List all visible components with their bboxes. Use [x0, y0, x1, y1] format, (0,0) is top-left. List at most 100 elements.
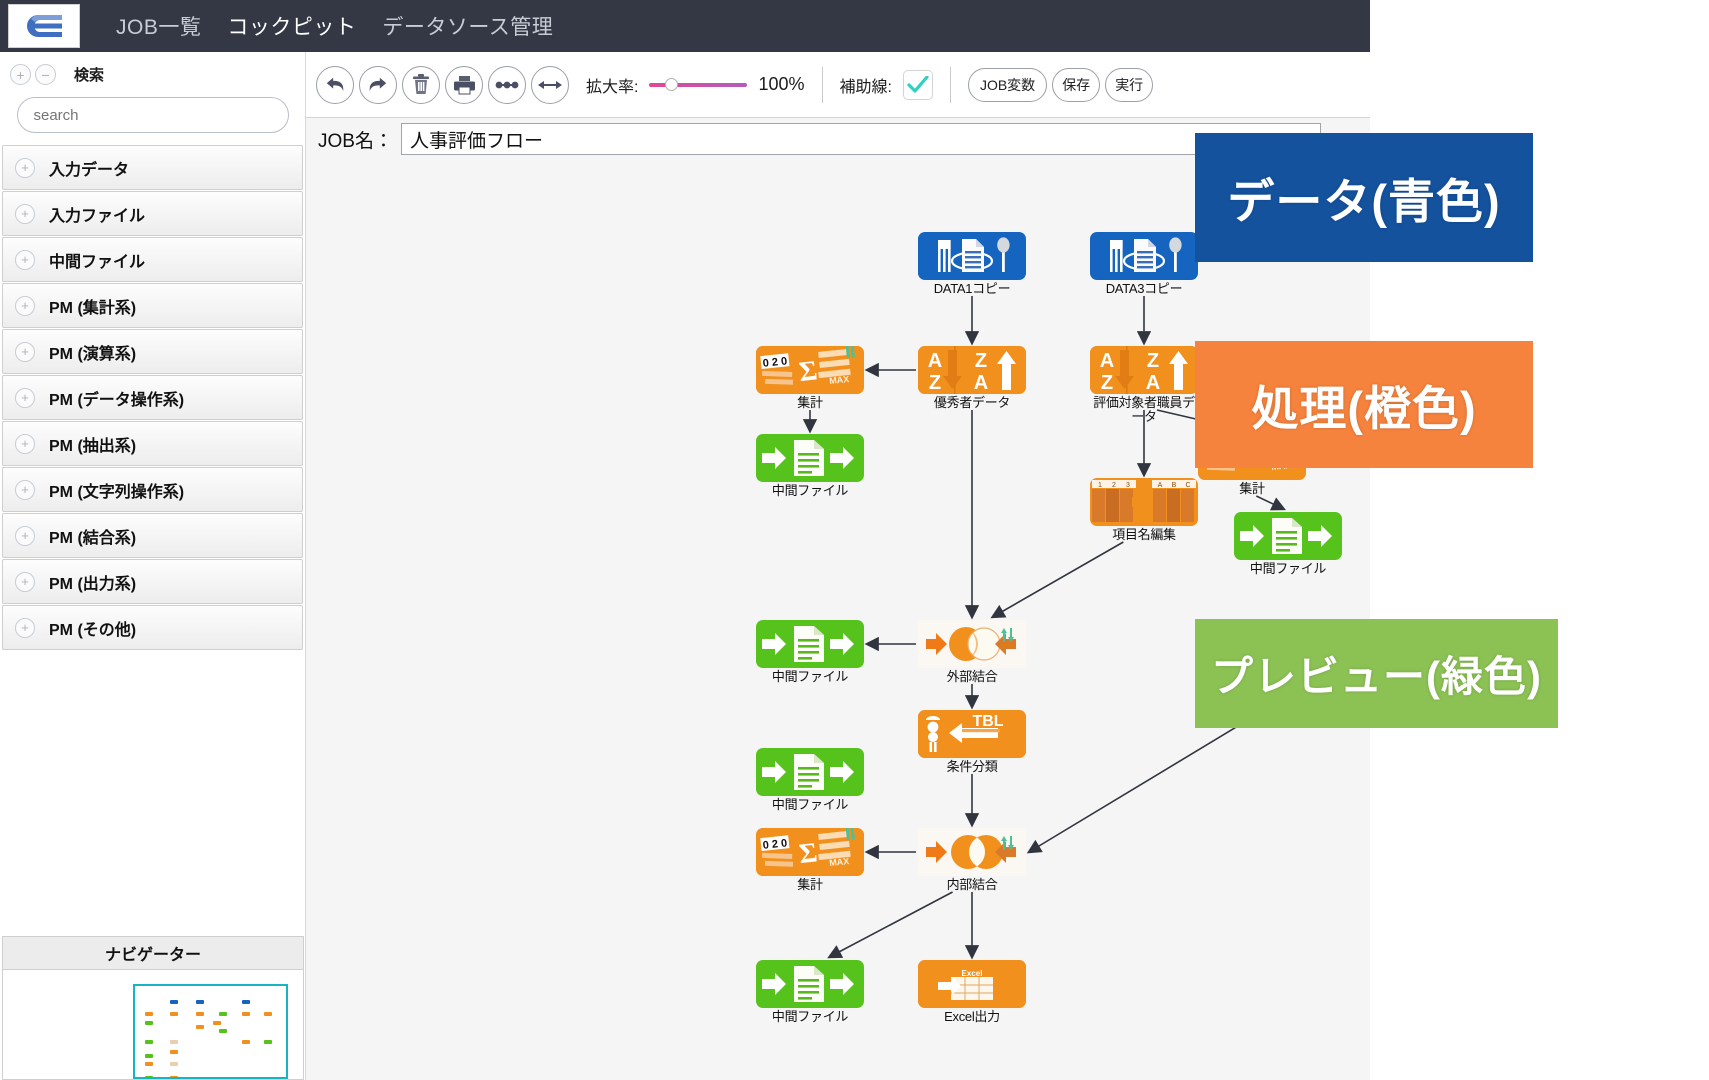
- navigator-viewport[interactable]: [133, 984, 288, 1079]
- zoom-slider[interactable]: [649, 76, 748, 94]
- flow-node-n14[interactable]: 中間ファイル: [756, 620, 864, 684]
- undo-button[interactable]: [316, 65, 354, 104]
- expand-icon[interactable]: +: [15, 157, 35, 178]
- flow-node-n10[interactable]: 中間ファイル: [756, 434, 864, 498]
- palette-category-3[interactable]: + PM (集計系): [2, 283, 303, 328]
- collapse-all-icon[interactable]: −: [35, 64, 56, 85]
- palette-category-5[interactable]: + PM (データ操作系): [2, 375, 303, 420]
- svg-text:3: 3: [1126, 482, 1130, 489]
- flow-node-n23[interactable]: Excel Excel出力: [918, 960, 1026, 1024]
- flow-node-n12[interactable]: 1 2 3 A B C 項目名編集: [1090, 478, 1198, 542]
- navigator-title: ナビゲーター: [2, 936, 304, 970]
- flow-node-n1[interactable]: DATA1コピー: [918, 232, 1026, 296]
- intermediate-file-icon: [1240, 518, 1332, 554]
- expand-icon[interactable]: +: [15, 571, 35, 592]
- palette-category-4[interactable]: + PM (演算系): [2, 329, 303, 374]
- expand-icon[interactable]: +: [15, 203, 35, 224]
- guideline-checkbox[interactable]: [902, 69, 933, 100]
- navigator-panel: ナビゲーター: [2, 936, 304, 1080]
- navigator-mini-node: [169, 1040, 178, 1045]
- sort-az-icon: A Z Z A: [1090, 346, 1198, 394]
- flow-edge-n21-n22: [827, 891, 953, 959]
- flow-node-n22[interactable]: 中間ファイル: [756, 960, 864, 1024]
- flow-node-n20[interactable]: 0 2 0 Σ MAX 集計: [756, 828, 864, 892]
- spacing-horizontal-button[interactable]: [531, 65, 569, 104]
- navigator-mini-node: [169, 999, 178, 1004]
- undo-arrow-icon: [326, 77, 344, 91]
- flow-node-icon-n19[interactable]: [756, 748, 864, 796]
- run-button[interactable]: 実行: [1105, 67, 1154, 102]
- flow-node-icon-n18[interactable]: TBL: [918, 710, 1026, 758]
- expand-icon[interactable]: +: [15, 295, 35, 316]
- expand-all-icon[interactable]: +: [10, 64, 31, 85]
- flow-node-icon-n6[interactable]: A Z Z A: [1090, 346, 1198, 394]
- flow-node-icon-n15[interactable]: [918, 620, 1026, 668]
- flow-node-icon-n4[interactable]: 0 2 0 Σ MAX: [756, 346, 864, 394]
- flow-node-label: 優秀者データ: [933, 395, 1011, 410]
- palette-category-10[interactable]: + PM (その他): [2, 605, 303, 650]
- palette-category-0[interactable]: + 入力データ: [2, 145, 303, 190]
- palette-category-6[interactable]: + PM (抽出系): [2, 421, 303, 466]
- expand-icon[interactable]: +: [15, 617, 35, 638]
- zoom-slider-knob[interactable]: [665, 77, 679, 91]
- palette-category-8[interactable]: + PM (結合系): [2, 513, 303, 558]
- palette-category-9[interactable]: + PM (出力系): [2, 559, 303, 604]
- arrows-horizontal-icon: [538, 80, 562, 89]
- flow-node-label: 中間ファイル: [1249, 561, 1327, 576]
- nav-item-cockpit[interactable]: コックピット: [227, 11, 356, 41]
- flow-node-icon-n10[interactable]: [756, 434, 864, 482]
- flow-node-icon-n23[interactable]: Excel: [918, 960, 1026, 1008]
- expand-icon[interactable]: +: [15, 387, 35, 408]
- flow-node-n18[interactable]: TBL 条件分類: [918, 710, 1026, 774]
- flow-node-label: 中間ファイル: [771, 483, 849, 498]
- flow-node-icon-n21[interactable]: [918, 828, 1026, 876]
- flow-node-n21[interactable]: 内部結合: [918, 828, 1026, 892]
- flow-node-icon-n12[interactable]: 1 2 3 A B C: [1090, 478, 1198, 526]
- zoom-value: 100%: [758, 74, 805, 94]
- flow-node-n13[interactable]: 中間ファイル: [1234, 512, 1342, 576]
- expand-icon[interactable]: +: [15, 479, 35, 500]
- jobname-input[interactable]: [400, 123, 1321, 155]
- flow-node-n5[interactable]: A Z Z A 優秀者データ: [918, 346, 1026, 410]
- expand-icon[interactable]: +: [15, 433, 35, 454]
- nav-item-job-list[interactable]: JOB一覧: [116, 11, 201, 41]
- nav-item-datasource[interactable]: データソース管理: [382, 11, 553, 41]
- flow-node-n2[interactable]: DATA3コピー: [1090, 232, 1198, 296]
- flow-node-icon-n22[interactable]: [756, 960, 864, 1008]
- expand-icon[interactable]: +: [15, 249, 35, 270]
- flow-node-n6[interactable]: A Z Z A 評価対象者職員データ: [1090, 346, 1198, 424]
- svg-text:C: C: [1185, 482, 1190, 489]
- expand-icon[interactable]: +: [15, 525, 35, 546]
- flow-node-icon-n2[interactable]: [1090, 232, 1198, 280]
- flow-node-icon-n14[interactable]: [756, 620, 864, 668]
- palette-category-1[interactable]: + 入力ファイル: [2, 191, 303, 236]
- print-button[interactable]: [445, 65, 483, 104]
- svg-text:2: 2: [1112, 482, 1116, 489]
- flow-node-n4[interactable]: 0 2 0 Σ MAX 集計: [756, 346, 864, 410]
- expand-icon[interactable]: +: [15, 341, 35, 362]
- svg-text:A: A: [928, 350, 942, 372]
- delete-button[interactable]: [402, 65, 440, 104]
- main-nav: JOB一覧 コックピット データソース管理: [116, 11, 553, 41]
- flow-node-n19[interactable]: 中間ファイル: [756, 748, 864, 812]
- excel-output-icon: Excel: [918, 960, 1026, 1008]
- flow-node-icon-n20[interactable]: 0 2 0 Σ MAX: [756, 828, 864, 876]
- palette-category-label: 入力データ: [49, 161, 130, 179]
- flow-node-icon-n5[interactable]: A Z Z A: [918, 346, 1026, 394]
- app-logo[interactable]: [8, 4, 80, 48]
- save-button[interactable]: 保存: [1052, 67, 1101, 102]
- flow-node-icon-n13[interactable]: [1234, 512, 1342, 560]
- svg-text:0 2 0: 0 2 0: [762, 355, 788, 369]
- palette-category-7[interactable]: + PM (文字列操作系): [2, 467, 303, 512]
- inner-join-icon: [918, 828, 1026, 876]
- palette-category-2[interactable]: + 中間ファイル: [2, 237, 303, 282]
- redo-button[interactable]: [359, 65, 397, 104]
- svg-text:Σ: Σ: [797, 355, 818, 388]
- flow-node-n15[interactable]: 外部結合: [918, 620, 1026, 684]
- job-variable-button[interactable]: JOB変数: [967, 67, 1048, 102]
- navigator-body[interactable]: [2, 970, 304, 1080]
- flow-node-icon-n1[interactable]: [918, 232, 1026, 280]
- search-input[interactable]: [16, 97, 289, 133]
- zoom-slider-track: [649, 82, 748, 87]
- spacing-vertical-button[interactable]: [488, 65, 526, 104]
